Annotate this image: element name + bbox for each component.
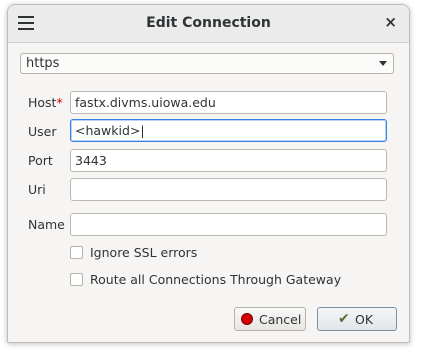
cancel-button-label: Cancel: [259, 312, 302, 327]
ok-button[interactable]: ✔ OK: [317, 307, 397, 331]
required-marker: *: [56, 95, 63, 110]
cancel-button[interactable]: Cancel: [234, 307, 306, 331]
cancel-icon: [241, 313, 253, 325]
ignore-ssl-checkbox[interactable]: [70, 246, 83, 259]
close-icon[interactable]: ×: [384, 13, 397, 31]
route-gateway-label: Route all Connections Through Gateway: [90, 272, 342, 287]
route-gateway-checkbox[interactable]: [70, 273, 83, 286]
chevron-down-icon: [379, 61, 387, 66]
user-label: User: [28, 124, 57, 139]
host-label: Host*: [28, 95, 63, 110]
uri-label: Uri: [28, 182, 46, 197]
ok-check-icon: ✔: [338, 311, 350, 327]
uri-field[interactable]: [70, 178, 387, 201]
user-field[interactable]: <hawkid>|: [70, 119, 387, 142]
name-label: Name: [28, 217, 65, 232]
edit-connection-dialog: Edit Connection × https Host* fastx.divm…: [7, 4, 410, 343]
dialog-title: Edit Connection: [146, 15, 271, 31]
port-label: Port: [28, 153, 53, 168]
protocol-selected-value: https: [26, 56, 60, 71]
ok-button-label: OK: [355, 312, 374, 327]
protocol-select[interactable]: https: [20, 53, 394, 74]
ignore-ssl-label: Ignore SSL errors: [90, 245, 198, 260]
name-field[interactable]: [70, 213, 387, 236]
host-field[interactable]: fastx.divms.uiowa.edu: [70, 91, 387, 114]
title-bar: Edit Connection ×: [8, 5, 409, 43]
port-field[interactable]: 3443: [70, 149, 387, 172]
